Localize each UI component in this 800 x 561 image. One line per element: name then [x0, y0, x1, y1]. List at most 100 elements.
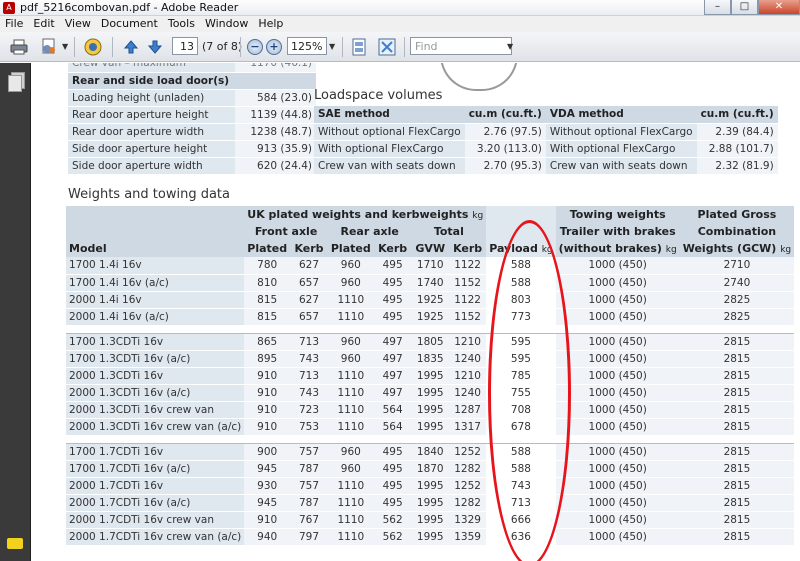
- group-separator: [66, 325, 795, 334]
- table-cell: 900: [244, 443, 291, 461]
- table-cell: 960: [327, 350, 374, 368]
- menu-help[interactable]: Help: [253, 16, 288, 32]
- table-row: Rear door aperture width 1238 (48.7): [68, 123, 316, 141]
- find-text-icon[interactable]: [82, 37, 104, 57]
- full-screen-icon[interactable]: [376, 37, 398, 57]
- table-cell: 497: [373, 333, 412, 351]
- table-cell: 1000 (450): [555, 460, 680, 478]
- table-cell: 562: [373, 528, 412, 546]
- table-cell: 1995: [411, 401, 450, 419]
- table-cell: 960: [327, 274, 374, 292]
- table-cell: 910: [244, 418, 291, 436]
- print-icon[interactable]: [8, 37, 30, 57]
- zoom-out-icon[interactable]: −: [247, 39, 263, 55]
- menu-document[interactable]: Document: [96, 16, 163, 32]
- table-row: 1700 1.3CDTi 16v (a/c) 895 743 960 497 1835 12…: [66, 350, 795, 368]
- table-row: Without optional FlexCargo 2.76 (97.5) W…: [314, 123, 778, 141]
- table-cell: 1000 (450): [555, 274, 680, 292]
- table-cell: 495: [373, 274, 412, 292]
- table-cell: 1995: [411, 418, 450, 436]
- table-cell: 1210: [449, 333, 487, 351]
- model-cell: 2000 1.3CDTi 16v (a/c): [66, 384, 245, 402]
- table-row: 2000 1.7CDTi 16v 930 757 1110 495 1995 1252 743…: [66, 477, 795, 495]
- table-cell: 1252: [449, 443, 487, 461]
- pdf-page: Crew van – maximum 1170 (46.1) Rear and …: [32, 63, 800, 561]
- table-cell: 960: [327, 333, 374, 351]
- collaborate-icon[interactable]: [38, 37, 60, 57]
- table-cell: 1000 (450): [555, 401, 680, 419]
- previous-page-icon[interactable]: [120, 37, 142, 57]
- table-cell: 2815: [679, 418, 795, 436]
- menu-tools[interactable]: Tools: [163, 16, 200, 32]
- menu-edit[interactable]: Edit: [28, 16, 59, 32]
- table-cell: 780: [244, 257, 291, 275]
- title-bar: A pdf_5216combovan.pdf - Adobe Reader – …: [0, 0, 800, 16]
- table-cell: 1925: [411, 291, 450, 309]
- table-cell: 1835: [411, 350, 450, 368]
- table-cell: Crew van with seats down: [314, 157, 465, 175]
- model-cell: 2000 1.7CDTi 16v crew van: [66, 511, 245, 529]
- table-cell: 1122: [449, 291, 487, 309]
- model-cell: 2000 1.3CDTi 16v crew van: [66, 401, 245, 419]
- model-cell: 2000 1.7CDTi 16v: [66, 477, 245, 495]
- table-cell: 2815: [679, 333, 795, 351]
- model-cell: 1700 1.7CDTi 16v: [66, 443, 245, 461]
- toolbar: ▼ 13 (7 of 8) − + 125% ▼ Find ▼: [0, 32, 800, 62]
- table-cell: 1710: [411, 257, 450, 275]
- table-cell: 564: [373, 401, 412, 419]
- table-cell: 1000 (450): [555, 418, 680, 436]
- table-cell: 2815: [679, 477, 795, 495]
- table-cell: 1110: [327, 384, 374, 402]
- table-cell: 495: [373, 291, 412, 309]
- table-cell: 495: [373, 477, 412, 495]
- rear-axle-header: Rear axle: [327, 223, 412, 240]
- document-view[interactable]: Crew van – maximum 1170 (46.1) Rear and …: [32, 63, 800, 561]
- zoom-dropdown-icon[interactable]: ▼: [329, 37, 335, 57]
- table-cell: 495: [373, 460, 412, 478]
- table-cell: Side door aperture width: [68, 157, 236, 175]
- next-page-icon[interactable]: [144, 37, 166, 57]
- table-cell: 627: [290, 291, 328, 309]
- table-cell: 1925: [411, 308, 450, 326]
- table-cell: 713: [290, 333, 328, 351]
- table-cell: 3.20 (113.0): [464, 140, 546, 158]
- page-number-input[interactable]: 13: [172, 37, 198, 55]
- menu-file[interactable]: File: [0, 16, 28, 32]
- fit-page-icon[interactable]: [348, 37, 370, 57]
- table-cell: 2825: [679, 291, 795, 309]
- table-header-cell: cu.m (cu.ft.): [696, 106, 778, 124]
- table-cell: 497: [373, 367, 412, 385]
- model-cell: 1700 1.3CDTi 16v (a/c): [66, 350, 245, 368]
- window-title: pdf_5216combovan.pdf - Adobe Reader: [20, 1, 239, 14]
- maximize-button[interactable]: □: [731, 0, 758, 15]
- table-cell: 2815: [679, 528, 795, 546]
- table-cell: 584 (23.0): [235, 89, 316, 107]
- table-cell: 910: [244, 511, 291, 529]
- zoom-in-icon[interactable]: +: [266, 39, 282, 55]
- table-row: Side door aperture height 913 (35.9): [68, 140, 316, 158]
- table-cell: 1282: [449, 494, 487, 512]
- table-cell: 930: [244, 477, 291, 495]
- table-cell: 497: [373, 384, 412, 402]
- gross-header: Plated Gross: [679, 206, 795, 223]
- find-dropdown-icon[interactable]: ▼: [507, 37, 513, 57]
- close-button[interactable]: ✕: [758, 0, 800, 15]
- collaborate-dropdown-icon[interactable]: ▼: [62, 37, 68, 57]
- model-cell: 2000 1.7CDTi 16v (a/c): [66, 494, 245, 512]
- zoom-level-input[interactable]: 125%: [287, 37, 327, 55]
- towing-unit-header: (without brakes) kg: [555, 240, 680, 257]
- model-cell: 2000 1.3CDTi 16v crew van (a/c): [66, 418, 245, 436]
- table-cell: 723: [290, 401, 328, 419]
- total-header: Total: [411, 223, 487, 240]
- minimize-button[interactable]: –: [704, 0, 731, 15]
- table-cell: 945: [244, 460, 291, 478]
- pages-panel-icon[interactable]: [8, 75, 22, 92]
- comments-panel-icon[interactable]: [7, 538, 23, 549]
- table-header: SAE method cu.m (cu.ft.) VDA method cu.m…: [314, 106, 778, 124]
- table-cell: 910: [244, 384, 291, 402]
- table-cell: Rear door aperture width: [68, 123, 236, 141]
- table-cell: 940: [244, 528, 291, 546]
- find-input[interactable]: Find: [410, 37, 512, 55]
- menu-window[interactable]: Window: [200, 16, 253, 32]
- menu-view[interactable]: View: [60, 16, 96, 32]
